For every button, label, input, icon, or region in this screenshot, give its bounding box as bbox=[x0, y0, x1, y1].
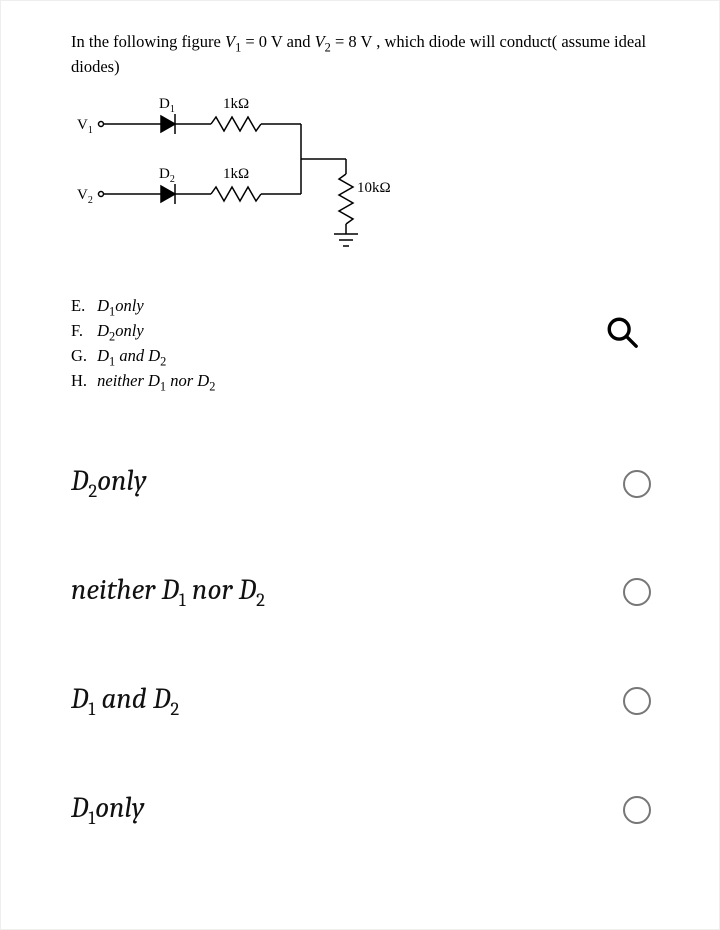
svg-text:10kΩ: 10kΩ bbox=[357, 180, 391, 196]
answer-choice-3[interactable]: D1 and D2 bbox=[71, 683, 659, 720]
answer-text: D1only bbox=[71, 792, 144, 829]
answer-text: neither D1 nor D2 bbox=[71, 574, 265, 611]
question-text: In the following figure V1 = 0 V and V2 … bbox=[71, 31, 659, 78]
svg-text:D2: D2 bbox=[159, 166, 175, 185]
answer-choices: D2only neither D1 nor D2 D1 and D2 D1onl… bbox=[71, 465, 659, 828]
svg-text:D1: D1 bbox=[159, 96, 175, 115]
option-g: G. D1 and D2 bbox=[71, 345, 659, 370]
svg-text:1kΩ: 1kΩ bbox=[223, 166, 249, 182]
radio-icon[interactable] bbox=[623, 470, 651, 498]
svg-text:V2: V2 bbox=[77, 187, 93, 206]
radio-icon[interactable] bbox=[623, 796, 651, 824]
answer-text: D2only bbox=[71, 465, 146, 502]
svg-text:1kΩ: 1kΩ bbox=[223, 96, 249, 112]
option-h: H. neither D1 nor D2 bbox=[71, 370, 659, 395]
svg-text:V1: V1 bbox=[77, 117, 93, 136]
option-f: F. D2only bbox=[71, 320, 659, 345]
option-list: E. D1only F. D2only G. D1 and D2 H. neit… bbox=[71, 295, 659, 395]
radio-icon[interactable] bbox=[623, 578, 651, 606]
search-icon[interactable] bbox=[605, 315, 639, 354]
answer-choice-1[interactable]: D2only bbox=[71, 465, 659, 502]
radio-icon[interactable] bbox=[623, 687, 651, 715]
option-e: E. D1only bbox=[71, 295, 659, 320]
circuit-figure: V1 V2 D1 D2 1kΩ 1kΩ 10kΩ bbox=[71, 84, 659, 269]
answer-text: D1 and D2 bbox=[71, 683, 179, 720]
answer-choice-2[interactable]: neither D1 nor D2 bbox=[71, 574, 659, 611]
answer-choice-4[interactable]: D1only bbox=[71, 792, 659, 829]
